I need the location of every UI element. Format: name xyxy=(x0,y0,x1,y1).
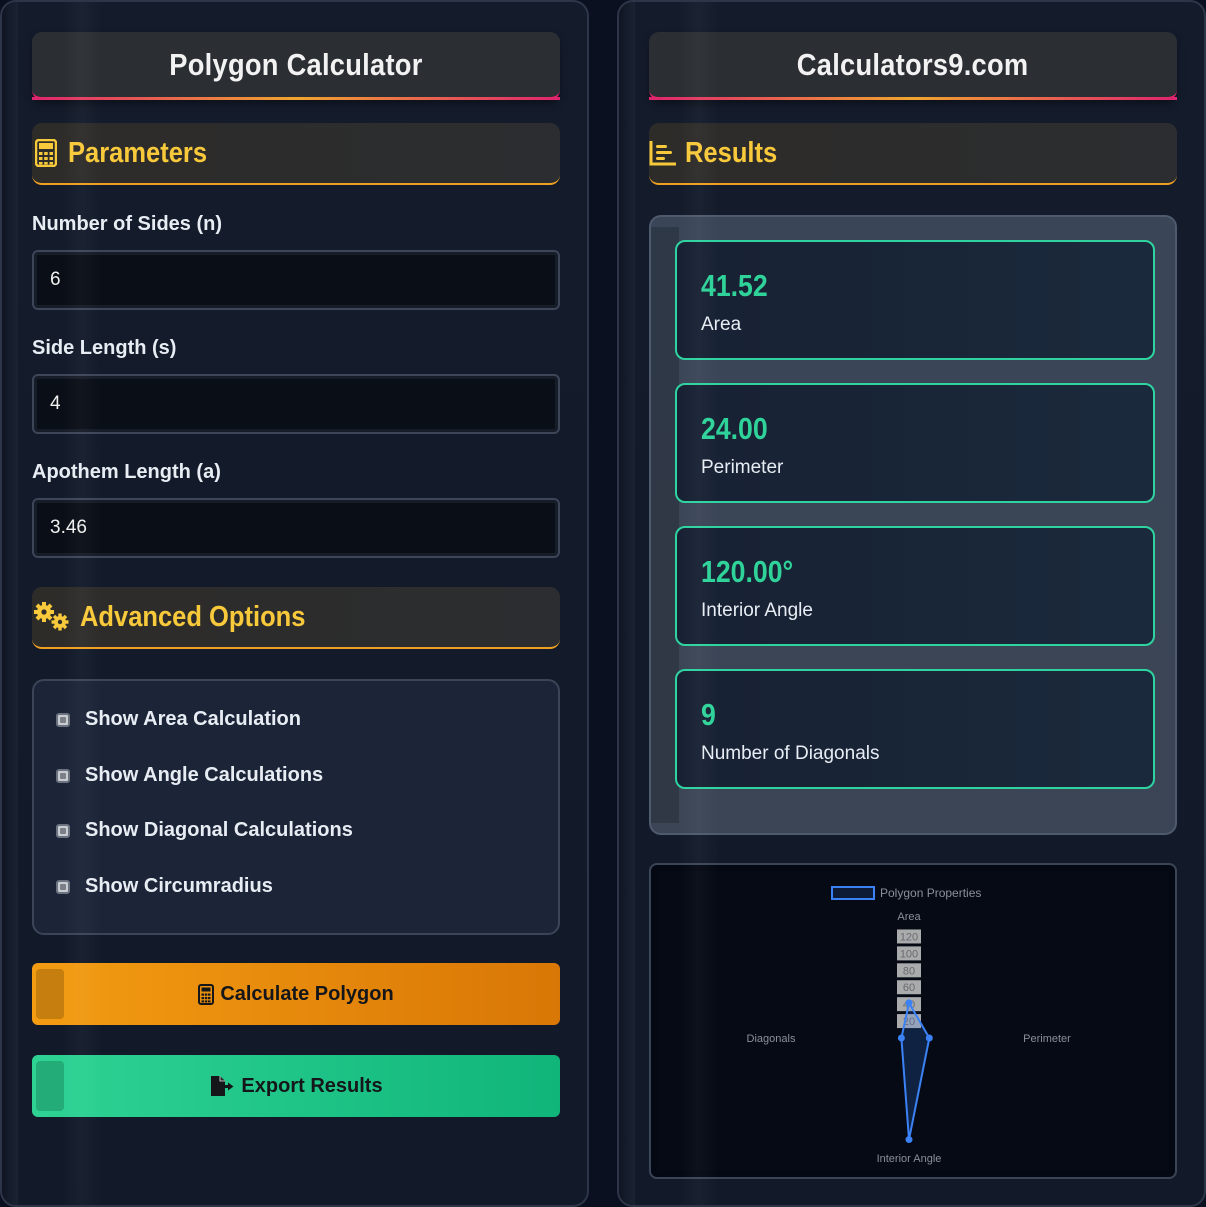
perimeter-value: 24.00 xyxy=(701,411,768,446)
result-card-area: 41.52 Area xyxy=(675,240,1155,360)
tick-label: 100 xyxy=(900,948,918,960)
apothem-label: Apothem Length (a) xyxy=(32,461,221,483)
parameters-header: Parameters xyxy=(32,123,560,185)
gears-icon xyxy=(32,602,72,632)
tick-label: 60 xyxy=(903,982,915,994)
option-label: Show Angle Calculations xyxy=(85,764,324,786)
data-point-1 xyxy=(925,1034,933,1042)
option-show-diagonals[interactable]: Show Diagonal Calculations xyxy=(56,819,353,842)
polygon-radar-chart: Polygon Properties 20406080100120 AreaPe… xyxy=(649,863,1177,1179)
app-title-bar: Polygon Calculator xyxy=(32,32,560,100)
app-title: Polygon Calculator xyxy=(169,46,423,82)
calculate-label: Calculate Polygon xyxy=(220,982,394,1005)
sides-label: Number of Sides (n) xyxy=(32,213,223,235)
radar-chart-svg: Polygon Properties 20406080100120 AreaPe… xyxy=(657,871,1169,1171)
export-label: Export Results xyxy=(241,1074,383,1097)
tick-label: 80 xyxy=(903,965,915,977)
diagonals-checkbox[interactable] xyxy=(56,823,70,838)
legend-swatch xyxy=(831,886,875,900)
advanced-options-header: Advanced Options xyxy=(32,587,560,649)
diagonals-value: 9 xyxy=(701,697,716,732)
interior-angle-value: 120.00° xyxy=(701,554,794,589)
axis-label-diagonals: Diagonals xyxy=(747,1033,796,1045)
result-card-perimeter: 24.00 Perimeter xyxy=(675,383,1155,503)
option-label: Show Diagonal Calculations xyxy=(85,819,353,841)
tick-label: 120 xyxy=(900,931,918,943)
axis-label-interior-angle: Interior Angle xyxy=(877,1153,942,1165)
bar-chart-icon xyxy=(649,138,677,168)
results-heading: Results xyxy=(685,136,778,169)
sides-input[interactable] xyxy=(32,250,560,310)
calculate-button[interactable]: Calculate Polygon xyxy=(32,963,560,1025)
results-list: 41.52 Area 24.00 Perimeter 120.00° Inter… xyxy=(649,215,1177,835)
option-show-area[interactable]: Show Area Calculation xyxy=(56,708,301,731)
axis-label-perimeter: Perimeter xyxy=(1023,1033,1071,1045)
data-point-0 xyxy=(905,999,913,1007)
option-label: Show Area Calculation xyxy=(85,708,301,730)
file-export-icon xyxy=(209,1075,235,1097)
data-point-3 xyxy=(897,1034,905,1042)
diagonals-label: Number of Diagonals xyxy=(701,743,880,764)
site-title-bar: Calculators9.com xyxy=(649,32,1177,100)
option-label: Show Circumradius xyxy=(85,875,273,897)
angles-checkbox[interactable] xyxy=(56,768,70,783)
data-point-2 xyxy=(905,1136,913,1144)
apothem-input[interactable] xyxy=(32,498,560,558)
advanced-options-heading: Advanced Options xyxy=(80,600,306,633)
perimeter-label: Perimeter xyxy=(701,457,784,478)
area-label: Area xyxy=(701,314,742,335)
result-card-diagonals: 9 Number of Diagonals xyxy=(675,669,1155,789)
results-panel: Calculators9.com Results 41.52 Area 24.0… xyxy=(617,0,1206,1207)
calculator-icon xyxy=(198,983,215,1005)
circumradius-checkbox[interactable] xyxy=(56,879,70,894)
results-header: Results xyxy=(649,123,1177,185)
parameters-panel: Polygon Calculator Parameters Number of … xyxy=(0,0,589,1207)
legend-label: Polygon Properties xyxy=(880,886,981,900)
site-title: Calculators9.com xyxy=(797,46,1029,82)
interior-angle-label: Interior Angle xyxy=(701,600,813,621)
option-show-angles[interactable]: Show Angle Calculations xyxy=(56,764,323,787)
side-length-input[interactable] xyxy=(32,374,560,434)
axis-label-area: Area xyxy=(897,911,921,923)
side-length-label: Side Length (s) xyxy=(32,337,177,359)
export-button[interactable]: Export Results xyxy=(32,1055,560,1117)
advanced-options-list: Show Area Calculation Show Angle Calcula… xyxy=(32,679,560,935)
option-show-circumradius[interactable]: Show Circumradius xyxy=(56,875,273,898)
calculator-icon xyxy=(32,138,60,168)
area-value: 41.52 xyxy=(701,268,768,303)
result-card-interior-angle: 120.00° Interior Angle xyxy=(675,526,1155,646)
parameters-heading: Parameters xyxy=(68,136,208,169)
area-checkbox[interactable] xyxy=(56,712,70,727)
